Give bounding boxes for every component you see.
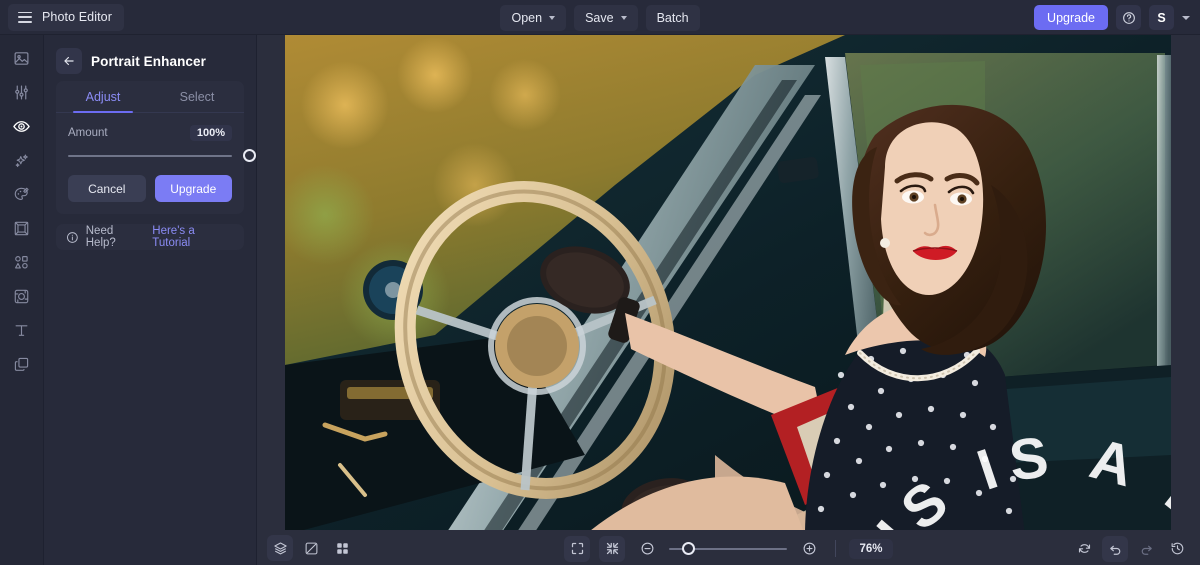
compare-split-icon: [305, 542, 317, 554]
rail-item-layers[interactable]: [7, 353, 37, 375]
compare-button[interactable]: [298, 535, 324, 561]
layers-panel-button[interactable]: [267, 535, 293, 561]
text-t-icon: [15, 324, 28, 336]
reset-button[interactable]: [1071, 536, 1097, 562]
divider: [835, 540, 836, 557]
help-text: Need Help?: [85, 225, 116, 249]
sparkles-icon: [15, 154, 28, 167]
sliders-icon: [15, 85, 28, 99]
history-button[interactable]: [1164, 536, 1190, 562]
layers-stack-icon: [273, 541, 287, 554]
amount-slider-track: [68, 155, 232, 157]
amount-label: Amount: [68, 127, 108, 139]
help-banner[interactable]: Need Help? Here's a Tutorial: [56, 224, 244, 250]
eye-icon: [13, 120, 30, 132]
rail-item-overlays[interactable]: [7, 285, 37, 307]
zoom-in-button[interactable]: [796, 536, 822, 562]
rail-item-touch-up[interactable]: [7, 115, 37, 137]
editor-body: Portrait Enhancer Adjust Select Amount 1…: [0, 35, 1200, 565]
tab-select[interactable]: Select: [150, 81, 244, 112]
amount-slider-knob[interactable]: [243, 149, 256, 162]
undo-icon: [1109, 545, 1120, 555]
batch-button[interactable]: Batch: [645, 4, 700, 31]
expand-frame-icon: [571, 542, 583, 555]
photo-editor-app: Photo Editor Open Save Batch Upgrade S P…: [0, 0, 1200, 565]
reset-icon: [1078, 544, 1090, 553]
tool-rail: [0, 35, 44, 565]
palette-icon: [14, 187, 29, 200]
rail-item-effects[interactable]: [7, 149, 37, 171]
grid-view-icon: [336, 542, 348, 554]
amount-row: Amount 100%: [56, 113, 244, 141]
toolbar-left-group: Photo Editor: [0, 3, 124, 31]
panel-actions: Cancel Upgrade: [56, 163, 244, 202]
hamburger-icon: [18, 11, 32, 23]
photo-render: [285, 35, 1171, 530]
account-chevron-down-icon[interactable]: [1182, 15, 1190, 20]
tutorial-link[interactable]: Here's a Tutorial: [152, 225, 234, 249]
undo-button[interactable]: [1102, 535, 1128, 562]
rail-item-image[interactable]: [7, 47, 37, 69]
panel-title: Portrait Enhancer: [91, 53, 206, 69]
rail-item-adjust[interactable]: [7, 81, 37, 103]
top-toolbar: Photo Editor Open Save Batch Upgrade S: [0, 0, 1200, 35]
panel-header: Portrait Enhancer: [56, 35, 244, 81]
save-button[interactable]: Save: [574, 4, 638, 31]
app-title: Photo Editor: [42, 10, 112, 24]
open-button[interactable]: Open: [500, 4, 567, 31]
cancel-button[interactable]: Cancel: [68, 175, 146, 202]
tab-adjust[interactable]: Adjust: [56, 81, 150, 113]
zoom-slider[interactable]: [669, 541, 787, 556]
open-button-label: Open: [511, 10, 543, 25]
rail-item-artsy[interactable]: [7, 183, 37, 205]
frame-icon: [14, 221, 29, 235]
rail-item-text[interactable]: [7, 319, 37, 341]
fit-frame-button[interactable]: [564, 535, 590, 562]
back-button[interactable]: [56, 48, 82, 74]
fit-to-screen-button[interactable]: [599, 535, 625, 562]
chevron-down-icon: [549, 15, 556, 20]
bottom-toolbar: 76%: [257, 530, 1200, 565]
rail-item-graphics[interactable]: [7, 251, 37, 273]
panel-upgrade-button[interactable]: Upgrade: [154, 175, 232, 202]
canvas-area: THIS IS A BEFUNKY PLUS FEATURE •: [257, 35, 1200, 565]
toolbar-right-group: Upgrade S: [1034, 0, 1190, 35]
image-icon: [14, 51, 29, 65]
crop-focus-icon: [14, 289, 29, 303]
panel-tabs: Adjust Select: [56, 81, 244, 113]
image-stage[interactable]: THIS IS A BEFUNKY PLUS FEATURE •: [257, 35, 1200, 530]
history-icon: [1171, 542, 1183, 555]
upgrade-button[interactable]: Upgrade: [1034, 5, 1108, 30]
history-controls: [1071, 531, 1190, 565]
plus-circle-icon: [803, 542, 815, 555]
rail-item-frames[interactable]: [7, 217, 37, 239]
zoom-out-button[interactable]: [634, 536, 660, 562]
arrow-left-icon: [64, 56, 74, 66]
avatar[interactable]: S: [1149, 5, 1174, 30]
amount-slider[interactable]: [56, 141, 256, 163]
redo-icon: [1141, 545, 1152, 555]
shapes-icon: [15, 255, 28, 269]
minus-circle-icon: [641, 542, 653, 555]
collapse-arrows-icon: [606, 542, 618, 555]
toolbar-center-group: Open Save Batch: [0, 0, 1200, 35]
zoom-slider-knob[interactable]: [681, 541, 695, 555]
save-button-label: Save: [585, 10, 614, 25]
main-menu-button[interactable]: Photo Editor: [8, 3, 124, 31]
zoom-controls: 76%: [257, 531, 1200, 565]
redo-button[interactable]: [1133, 536, 1159, 562]
zoom-level-value[interactable]: 76%: [849, 538, 893, 559]
portrait-enhancer-card: Adjust Select Amount 100% Cancel Upgrade: [56, 81, 256, 214]
chevron-down-icon: [620, 15, 627, 20]
info-icon: [67, 231, 78, 243]
bottom-left-group: [257, 535, 355, 561]
amount-value: 100%: [189, 125, 232, 141]
layers-icon: [14, 357, 29, 371]
edited-photo[interactable]: THIS IS A BEFUNKY PLUS FEATURE •: [285, 35, 1171, 530]
grid-view-button[interactable]: [329, 535, 355, 561]
batch-button-label: Batch: [656, 10, 689, 25]
help-button[interactable]: [1116, 5, 1141, 30]
tool-panel: Portrait Enhancer Adjust Select Amount 1…: [44, 35, 257, 565]
question-mark-icon: [1122, 11, 1135, 24]
